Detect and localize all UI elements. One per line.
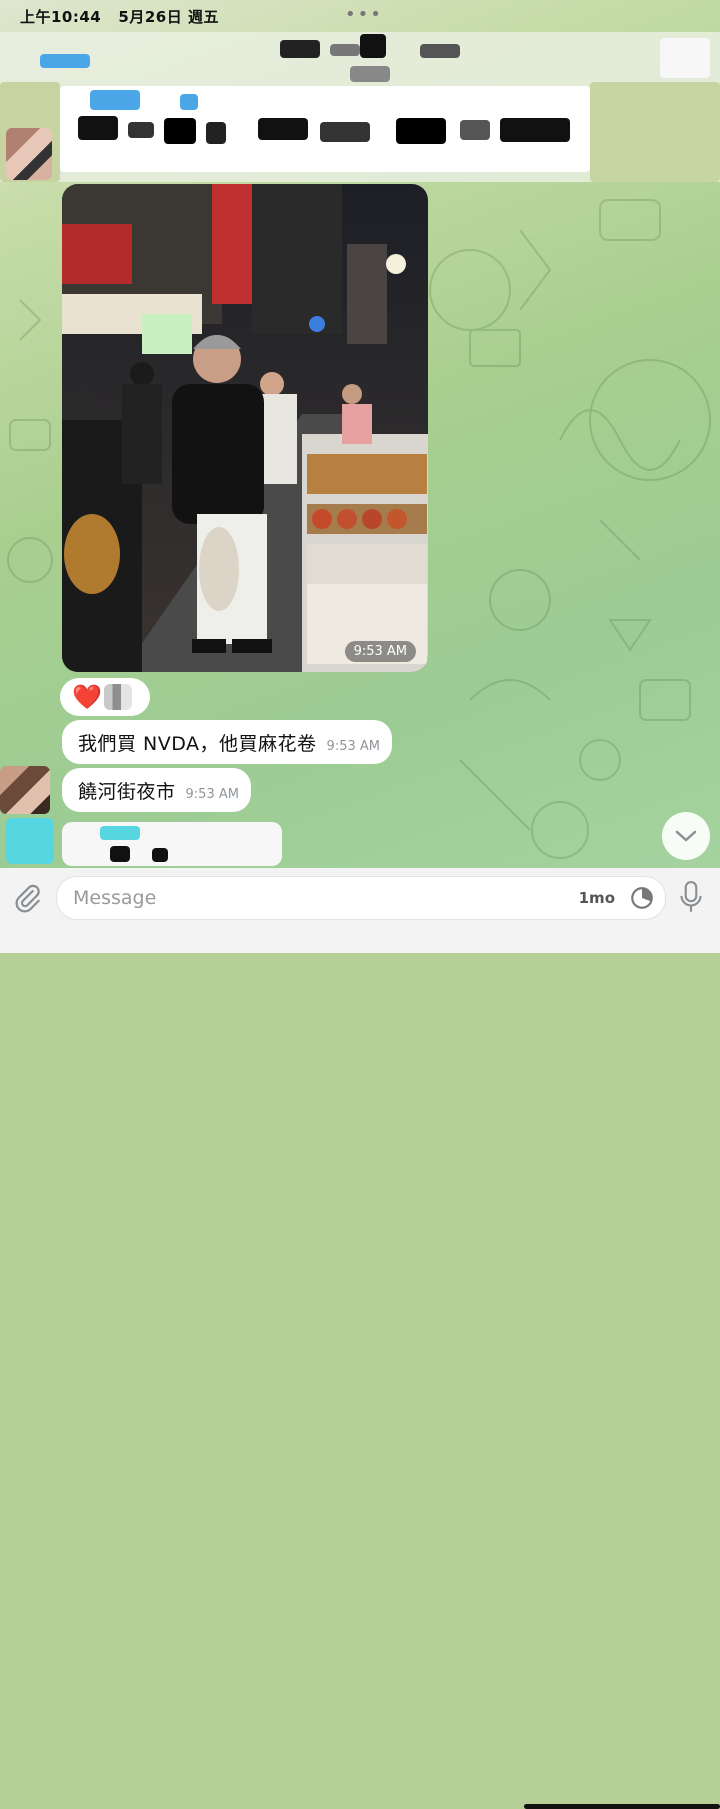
multitask-dots[interactable]: ••• — [345, 4, 383, 25]
redacted-block — [164, 118, 196, 144]
redacted-block — [396, 118, 446, 144]
reaction-chip[interactable]: ❤️ — [60, 678, 150, 716]
paperclip-icon[interactable] — [12, 882, 42, 914]
redacted-block — [660, 38, 710, 78]
message-time: 9:53 AM — [326, 738, 380, 754]
message-text: 我們買 NVDA，他買麻花卷 — [78, 732, 317, 755]
chevron-down-icon — [675, 830, 697, 842]
redacted-block — [100, 826, 140, 840]
redacted-block — [6, 818, 54, 864]
auto-delete-timer-icon[interactable] — [629, 885, 655, 911]
redacted-block — [590, 82, 720, 182]
message-time: 9:53 AM — [185, 786, 239, 802]
auto-delete-timer-label[interactable]: 1mo — [579, 889, 615, 907]
redacted-block — [500, 118, 570, 142]
message-text: 饒河街夜市 — [78, 780, 176, 803]
microphone-icon[interactable] — [678, 880, 704, 916]
message-input-bar: Message 1mo — [0, 868, 720, 1809]
redacted-block — [460, 120, 490, 140]
sender-avatar[interactable] — [0, 766, 50, 814]
redacted-block — [62, 822, 282, 866]
redacted-block — [330, 44, 360, 56]
redacted-block — [280, 40, 320, 58]
redacted-block — [258, 118, 308, 140]
redacted-block — [90, 90, 140, 110]
redacted-block — [360, 34, 386, 58]
chat-header-redacted — [0, 32, 720, 182]
redacted-block — [128, 122, 154, 138]
home-indicator — [524, 1804, 720, 1809]
redacted-block — [152, 848, 168, 862]
night-market-photo[interactable] — [62, 184, 428, 672]
message-bubble[interactable]: 我們買 NVDA，他買麻花卷 9:53 AM — [62, 720, 392, 764]
message-placeholder: Message — [73, 887, 157, 909]
sender-avatar[interactable] — [6, 128, 52, 180]
photo-timestamp: 9:53 AM — [344, 641, 416, 662]
status-bar: 上午10:44 5月26日 週五 ••• — [0, 0, 720, 32]
redacted-block — [180, 94, 198, 110]
message-bubble[interactable]: 饒河街夜市 9:53 AM — [62, 768, 251, 812]
redacted-block — [320, 122, 370, 142]
redacted-block — [420, 44, 460, 58]
reactor-avatar — [104, 684, 132, 710]
message-input[interactable]: Message 1mo — [56, 876, 666, 920]
redacted-block — [206, 122, 226, 144]
photo-message[interactable]: 9:53 AM — [62, 184, 428, 672]
status-time: 上午10:44 5月26日 週五 — [20, 8, 219, 26]
scroll-to-bottom-button[interactable] — [662, 812, 710, 860]
redacted-block — [78, 116, 118, 140]
redacted-block — [40, 54, 90, 68]
heart-reaction-icon: ❤️ — [72, 683, 102, 711]
redacted-block — [110, 846, 130, 862]
redacted-block — [350, 66, 390, 82]
